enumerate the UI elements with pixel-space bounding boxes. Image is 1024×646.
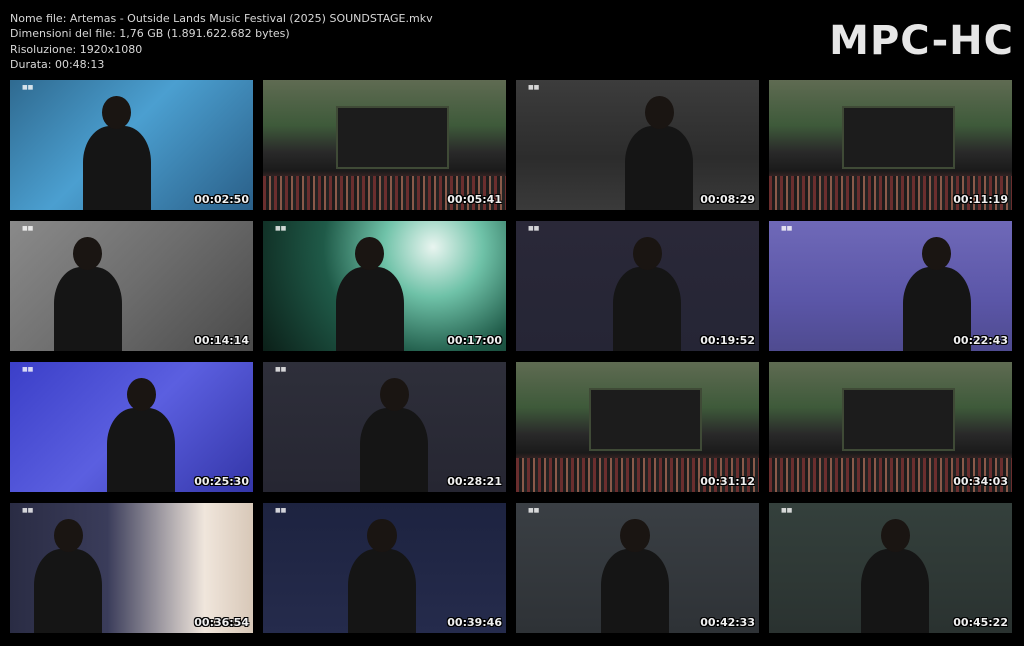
thumbnail-image bbox=[263, 80, 506, 210]
thumbnail-13: ■■ 00:36:54 bbox=[10, 503, 253, 633]
performer-head-shape bbox=[355, 236, 385, 271]
thumbnail-timestamp: 00:19:52 bbox=[700, 334, 755, 347]
mpc-hc-logo: MPC-HC bbox=[829, 18, 1014, 64]
thumbnail-9: ■■ 00:25:30 bbox=[10, 362, 253, 492]
channel-watermark-icon: ■■ bbox=[528, 84, 540, 91]
performer-shape bbox=[107, 407, 176, 492]
performer-head-shape bbox=[644, 95, 674, 130]
thumbnail-timestamp: 00:05:41 bbox=[447, 193, 502, 206]
performer-shape bbox=[360, 407, 429, 492]
thumbnail-8: ■■ 00:22:43 bbox=[769, 221, 1012, 351]
thumbnail-timestamp: 00:36:54 bbox=[194, 616, 249, 629]
thumbnail-timestamp: 00:14:14 bbox=[194, 334, 249, 347]
performer-shape bbox=[335, 266, 404, 351]
performer-head-shape bbox=[73, 236, 103, 271]
performer-shape bbox=[613, 266, 682, 351]
performer-head-shape bbox=[632, 236, 662, 271]
thumbnail-1: ■■ 00:02:50 bbox=[10, 80, 253, 210]
thumbnail-7: ■■ 00:19:52 bbox=[516, 221, 759, 351]
thumbnail-3: ■■ 00:08:29 bbox=[516, 80, 759, 210]
channel-watermark-icon: ■■ bbox=[781, 507, 793, 514]
file-duration: Durata: 00:48:13 bbox=[10, 58, 105, 72]
thumbnail-10: ■■ 00:28:21 bbox=[263, 362, 506, 492]
performer-shape bbox=[861, 548, 930, 633]
thumbnail-image: ■■ bbox=[263, 362, 506, 492]
performer-head-shape bbox=[880, 518, 910, 553]
file-size: Dimensioni del file: 1,76 GB (1.891.622.… bbox=[10, 27, 290, 41]
thumbnail-timestamp: 00:25:30 bbox=[194, 475, 249, 488]
thumbnail-timestamp: 00:42:33 bbox=[700, 616, 755, 629]
thumbnail-12: 00:34:03 bbox=[769, 362, 1012, 492]
channel-watermark-icon: ■■ bbox=[275, 225, 287, 232]
thumbnail-11: 00:31:12 bbox=[516, 362, 759, 492]
thumbnail-timestamp: 00:17:00 bbox=[447, 334, 502, 347]
stage-shape bbox=[588, 388, 703, 451]
performer-shape bbox=[34, 548, 103, 633]
channel-watermark-icon: ■■ bbox=[22, 366, 34, 373]
thumbnail-timestamp: 00:11:19 bbox=[953, 193, 1008, 206]
channel-watermark-icon: ■■ bbox=[275, 366, 287, 373]
thumbnail-image: ■■ bbox=[516, 503, 759, 633]
thumbnail-16: ■■ 00:45:22 bbox=[769, 503, 1012, 633]
thumbnail-15: ■■ 00:42:33 bbox=[516, 503, 759, 633]
thumbnail-image: ■■ bbox=[263, 503, 506, 633]
performer-shape bbox=[82, 125, 151, 210]
performer-head-shape bbox=[53, 518, 83, 553]
performer-shape bbox=[53, 266, 122, 351]
thumbnail-image: ■■ bbox=[10, 362, 253, 492]
performer-shape bbox=[348, 548, 417, 633]
stage-shape bbox=[841, 388, 956, 451]
stage-shape bbox=[841, 106, 956, 169]
thumbnail-timestamp: 00:22:43 bbox=[953, 334, 1008, 347]
thumbnail-image: ■■ bbox=[263, 221, 506, 351]
channel-watermark-icon: ■■ bbox=[781, 225, 793, 232]
performer-head-shape bbox=[367, 518, 397, 553]
performer-head-shape bbox=[102, 95, 132, 130]
thumbnail-5: ■■ 00:14:14 bbox=[10, 221, 253, 351]
thumbnail-timestamp: 00:02:50 bbox=[194, 193, 249, 206]
performer-shape bbox=[601, 548, 670, 633]
thumbnail-image: ■■ bbox=[516, 221, 759, 351]
channel-watermark-icon: ■■ bbox=[528, 225, 540, 232]
performer-shape bbox=[625, 125, 694, 210]
thumbnail-image: ■■ bbox=[10, 80, 253, 210]
thumbnail-image: ■■ bbox=[516, 80, 759, 210]
thumbnail-6: ■■ 00:17:00 bbox=[263, 221, 506, 351]
thumbnail-timestamp: 00:39:46 bbox=[447, 616, 502, 629]
thumbnail-image: ■■ bbox=[769, 503, 1012, 633]
channel-watermark-icon: ■■ bbox=[22, 507, 34, 514]
stage-shape bbox=[335, 106, 450, 169]
thumbnail-grid: ■■ 00:02:50 00:05:41 ■■ 00:08:29 00:11:19 … bbox=[10, 80, 1012, 633]
performer-head-shape bbox=[379, 377, 409, 412]
file-resolution: Risoluzione: 1920x1080 bbox=[10, 42, 143, 56]
performer-head-shape bbox=[126, 377, 156, 412]
thumbnail-timestamp: 00:34:03 bbox=[953, 475, 1008, 488]
performer-head-shape bbox=[620, 518, 650, 553]
thumbnail-timestamp: 00:08:29 bbox=[700, 193, 755, 206]
file-name: Nome file: Artemas - Outside Lands Music… bbox=[10, 12, 433, 25]
thumbnail-image: ■■ bbox=[769, 221, 1012, 351]
thumbnail-4: 00:11:19 bbox=[769, 80, 1012, 210]
thumbnail-image: ■■ bbox=[10, 221, 253, 351]
thumbnail-14: ■■ 00:39:46 bbox=[263, 503, 506, 633]
thumbnail-image bbox=[769, 362, 1012, 492]
thumbnail-timestamp: 00:28:21 bbox=[447, 475, 502, 488]
performer-head-shape bbox=[922, 236, 952, 271]
thumbnail-image: ■■ bbox=[10, 503, 253, 633]
thumbnail-image bbox=[516, 362, 759, 492]
channel-watermark-icon: ■■ bbox=[275, 507, 287, 514]
file-info: Nome file: Artemas - Outside Lands Music… bbox=[10, 11, 433, 73]
channel-watermark-icon: ■■ bbox=[22, 84, 34, 91]
thumbnail-timestamp: 00:31:12 bbox=[700, 475, 755, 488]
thumbnail-image bbox=[769, 80, 1012, 210]
thumbnail-2: 00:05:41 bbox=[263, 80, 506, 210]
channel-watermark-icon: ■■ bbox=[528, 507, 540, 514]
channel-watermark-icon: ■■ bbox=[22, 225, 34, 232]
thumbnail-timestamp: 00:45:22 bbox=[953, 616, 1008, 629]
